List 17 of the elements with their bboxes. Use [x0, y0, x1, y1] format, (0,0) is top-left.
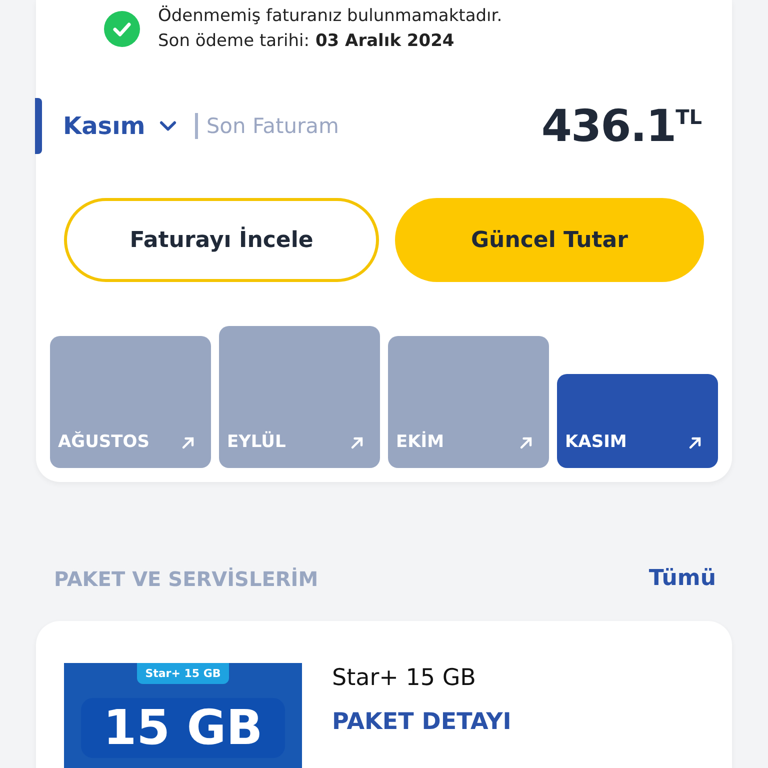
section-title: PAKET VE SERVİSLERİM: [54, 566, 318, 590]
bill-amount: 436.1: [541, 100, 676, 152]
current-amount-button[interactable]: Güncel Tutar: [395, 198, 704, 282]
package-name: Star+ 15 GB: [332, 665, 477, 691]
package-detail-link[interactable]: PAKET DETAYI: [332, 709, 512, 735]
banner-amount: 15 GB: [81, 698, 285, 758]
banner-tag: Star+ 15 GB: [137, 663, 229, 684]
due-label: Son ödeme tarihi:: [158, 30, 310, 53]
bill-label: Son Faturam: [206, 114, 339, 138]
view-bill-button[interactable]: Faturayı İncele: [64, 198, 379, 282]
status-message: Ödenmemiş faturanız bulunmamaktadır.: [158, 4, 502, 28]
month-bar[interactable]: KASIM: [557, 374, 718, 468]
accent-bar: [35, 98, 42, 154]
currency: TL: [676, 104, 702, 128]
month-dropdown[interactable]: Kasım: [63, 112, 180, 140]
see-all-link[interactable]: Tümü: [648, 566, 716, 591]
due-date: 03 Aralık 2024: [315, 30, 454, 53]
